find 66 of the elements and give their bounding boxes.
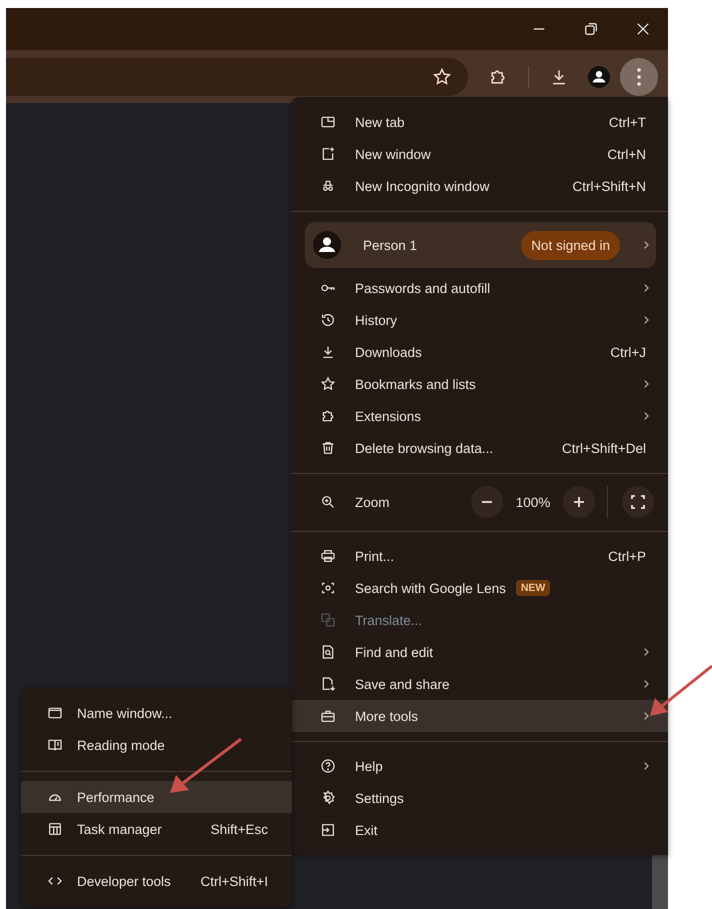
avatar-icon [313,231,341,259]
menu-item[interactable]: New Incognito window Ctrl+Shift+N [291,170,668,202]
shortcut: Ctrl+N [607,146,646,162]
menu-item[interactable]: More tools [291,700,668,732]
menu-item[interactable]: Help [291,750,668,782]
menu-item[interactable]: History [291,304,668,336]
menu-item[interactable]: Bookmarks and lists [291,368,668,400]
menu-item[interactable]: New window Ctrl+N [291,138,668,170]
translate-icon [320,612,336,628]
menu-item[interactable]: Downloads Ctrl+J [291,336,668,368]
new-tab-icon [320,114,336,130]
menu-item[interactable]: Name window... [21,697,292,729]
menu-item[interactable]: Settings [291,782,668,814]
menu-item[interactable]: New tab Ctrl+T [291,106,668,138]
find-icon [320,644,336,660]
star-icon[interactable] [432,66,452,86]
window-icon [47,705,63,721]
menu-item[interactable]: Performance [21,781,292,813]
save-icon [320,676,336,692]
lens-icon [320,580,336,596]
settings-icon [320,790,336,806]
new-window-icon [320,146,336,162]
history-icon [320,312,336,328]
shortcut: Ctrl+Shift+I [200,874,268,888]
trash-icon [320,440,336,456]
menu-item[interactable]: Extensions [291,400,668,432]
menu-item[interactable]: Find and edit [291,636,668,668]
menu-item[interactable]: Task manager Shift+Esc [21,813,292,845]
star-icon [320,376,336,392]
menu-item[interactable]: Search with Google Lens NEW [291,572,668,604]
menu-item[interactable]: Developer tools Ctrl+Shift+I [21,865,292,897]
zoom-in-button[interactable] [563,486,595,518]
menu-item[interactable]: Passwords and autofill [291,272,668,304]
new-badge: NEW [516,580,550,596]
shortcut: Ctrl+Shift+N [572,178,646,194]
menu-item[interactable]: Exit [291,814,668,846]
avatar-icon[interactable] [588,66,610,88]
profile-item[interactable]: Person 1 Not signed in [305,222,656,268]
shortcut: Ctrl+T [608,114,646,130]
book-icon [47,737,63,753]
incognito-icon [320,178,336,194]
printer-icon [320,548,336,564]
restore-icon[interactable] [582,20,600,38]
zoom-level: 100% [514,494,552,510]
shortcut: Ctrl+J [610,344,646,360]
menu-item[interactable]: Save and share [291,668,668,700]
puzzle-icon [320,408,336,424]
menu-item[interactable]: Print... Ctrl+P [291,540,668,572]
menu-item[interactable]: Delete browsing data... Ctrl+Shift+Del [291,432,668,464]
help-icon [320,758,336,774]
toolbox-icon [320,708,336,724]
shortcut: Ctrl+P [608,548,646,564]
more-icon [637,68,641,86]
annotation-arrow [650,664,712,716]
menu-button[interactable] [620,58,658,96]
zoom-label: Zoom [355,494,391,510]
sign-in-status: Not signed in [521,230,620,260]
exit-icon [320,822,336,838]
shortcut: Ctrl+Shift+Del [562,440,646,456]
profile-name: Person 1 [363,238,418,252]
shortcut: Shift+Esc [210,822,268,836]
zoom-icon [320,494,336,510]
fullscreen-button[interactable] [622,486,654,518]
task-manager-icon [47,821,63,837]
menu-item[interactable]: Reading mode [21,729,292,761]
annotation-arrow [170,738,242,793]
